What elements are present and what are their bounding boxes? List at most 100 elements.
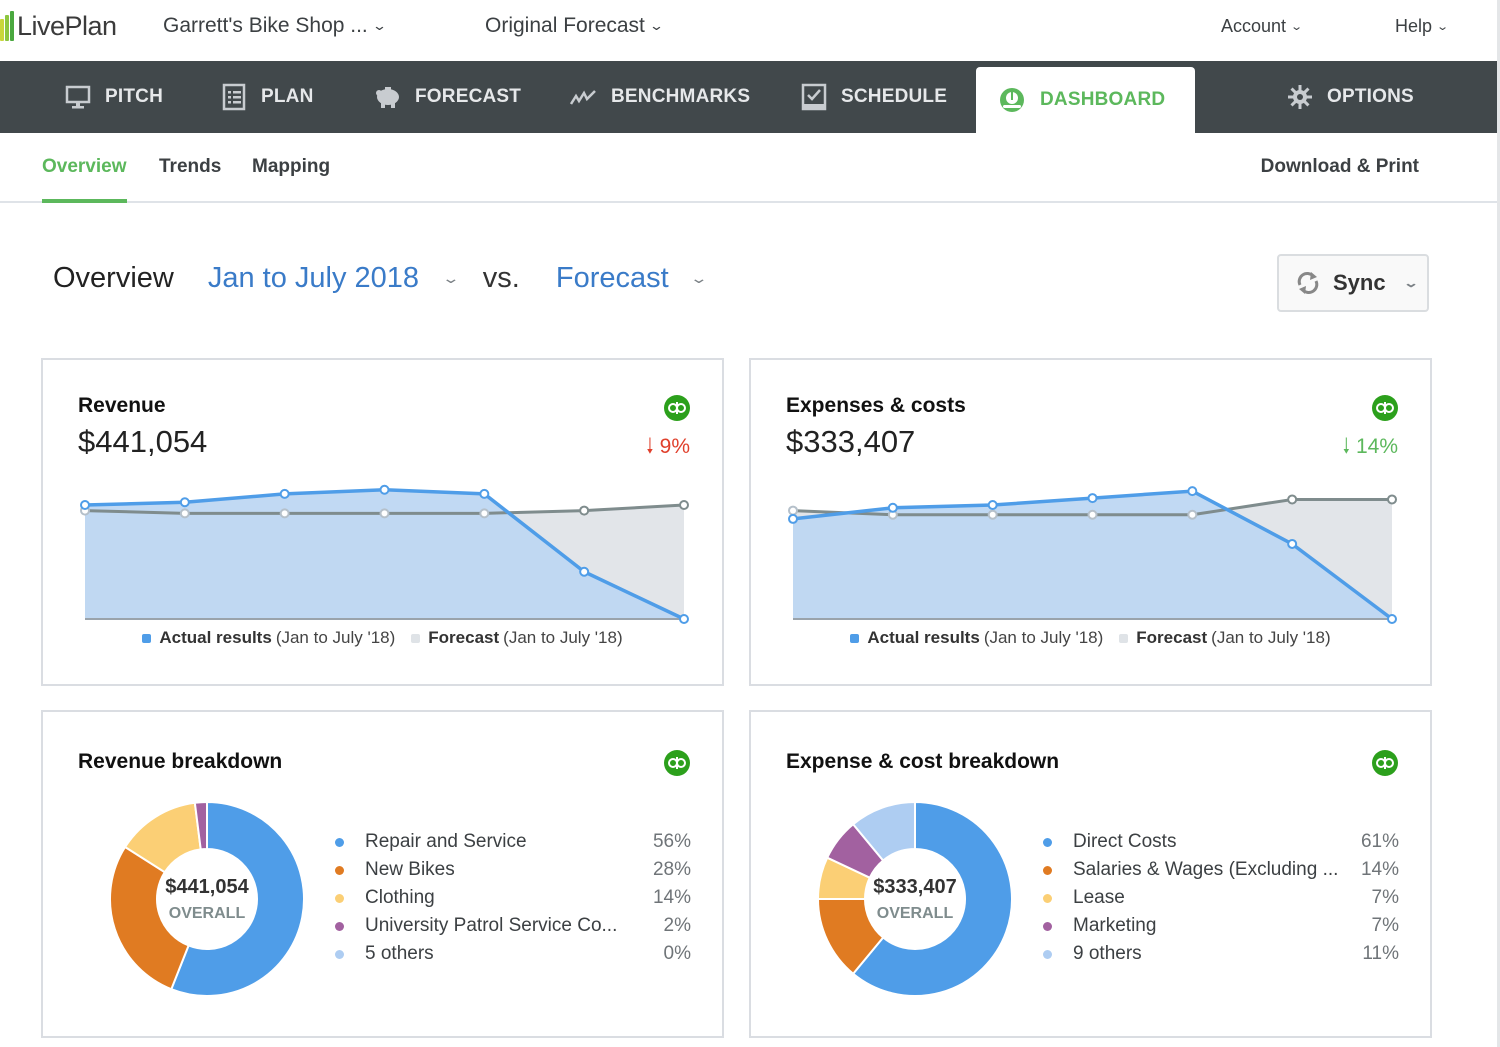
breakdown-item-percent: 61% bbox=[1360, 831, 1399, 852]
dashboard-gauge-icon bbox=[1000, 88, 1024, 112]
breakdown-item-label: 5 others bbox=[365, 943, 434, 964]
checkbox-tray-icon bbox=[801, 83, 827, 111]
tab-overview[interactable]: Overview bbox=[42, 156, 127, 203]
breakdown-item-percent: 7% bbox=[1371, 915, 1399, 936]
breakdown-item[interactable]: New Bikes 28% bbox=[335, 856, 691, 884]
revenue-donut: $441,054 OVERALL bbox=[108, 800, 306, 998]
actual-point bbox=[579, 566, 590, 577]
main-nav: PITCH PLAN FORECAST BENCHMARKS SCHEDULE … bbox=[0, 61, 1497, 133]
legend-swatch bbox=[142, 633, 152, 643]
breakdown-item[interactable]: Lease 7% bbox=[1043, 884, 1399, 912]
breakdown-item[interactable]: Clothing 14% bbox=[335, 884, 691, 912]
company-dropdown[interactable]: Garrett's Bike Shop ... ⌄ bbox=[163, 14, 387, 38]
expense-donut: $333,407 OVERALL bbox=[816, 800, 1014, 998]
tab-mapping[interactable]: Mapping bbox=[252, 156, 330, 178]
expense-donut-chart bbox=[816, 800, 1013, 997]
actual-point bbox=[379, 484, 390, 495]
nav-forecast-label: FORECAST bbox=[415, 86, 522, 107]
chevron-down-icon: ⌄ bbox=[1402, 276, 1419, 290]
legend-forecast[interactable]: Forecast (Jan to July '18) bbox=[411, 628, 623, 648]
compare-dropdown[interactable]: Forecast bbox=[556, 262, 669, 295]
legend-swatch bbox=[411, 633, 421, 643]
breakdown-item-label: Marketing bbox=[1073, 915, 1157, 936]
top-bar: LivePlan Garrett's Bike Shop ... ⌄ Origi… bbox=[0, 0, 1500, 60]
forecast-point bbox=[1187, 509, 1198, 520]
forecast-point bbox=[279, 508, 290, 519]
chevron-down-icon[interactable]: ⌄ bbox=[442, 270, 461, 287]
actual-point bbox=[479, 488, 490, 499]
nav-plan[interactable]: PLAN bbox=[221, 61, 314, 133]
nav-forecast[interactable]: FORECAST bbox=[373, 61, 521, 133]
nav-plan-label: PLAN bbox=[261, 86, 314, 107]
expense-breakdown-card: Expense & cost breakdown $333,407 OVERAL… bbox=[749, 710, 1432, 1038]
forecast-point bbox=[179, 508, 190, 519]
breakdown-item-percent: 0% bbox=[663, 943, 691, 964]
revenue-legend: Actual results (Jan to July '18) Forecast… bbox=[43, 628, 722, 648]
nav-dashboard[interactable]: DASHBOARD bbox=[976, 67, 1195, 133]
breakdown-item[interactable]: University Patrol Service Co... 2% bbox=[335, 912, 691, 940]
legend-dot-icon bbox=[335, 949, 344, 959]
breakdown-item[interactable]: Repair and Service 56% bbox=[335, 828, 691, 856]
breakdown-item-percent: 14% bbox=[1360, 859, 1399, 880]
nav-pitch[interactable]: PITCH bbox=[65, 61, 163, 133]
chevron-down-icon[interactable]: ⌄ bbox=[689, 270, 708, 287]
overview-filter-row: Overview Jan to July 2018 ⌄ vs. Forecast… bbox=[53, 262, 708, 295]
sync-label: Sync bbox=[1333, 270, 1386, 295]
legend-dot-icon bbox=[1043, 865, 1052, 875]
help-menu[interactable]: Help ⌄ bbox=[1395, 16, 1449, 37]
actual-point bbox=[987, 500, 998, 511]
forecast-point bbox=[788, 505, 798, 516]
chevron-down-icon: ⌄ bbox=[648, 18, 664, 33]
breakdown-item[interactable]: Marketing 7% bbox=[1043, 912, 1399, 940]
breakdown-item[interactable]: Direct Costs 61% bbox=[1043, 828, 1399, 856]
actual-point bbox=[279, 488, 290, 499]
liveplan-logo[interactable]: LivePlan bbox=[0, 8, 117, 44]
sync-icon bbox=[1297, 272, 1319, 294]
revenue-breakdown-title: Revenue breakdown bbox=[78, 750, 283, 773]
legend-actual[interactable]: Actual results (Jan to July '18) bbox=[142, 628, 395, 648]
forecast-point bbox=[1387, 494, 1397, 505]
actual-point bbox=[80, 500, 90, 511]
legend-dot-icon bbox=[1043, 949, 1052, 959]
quickbooks-icon[interactable] bbox=[1372, 750, 1398, 776]
period-dropdown[interactable]: Jan to July 2018 bbox=[208, 262, 419, 295]
legend-dot-icon bbox=[1043, 921, 1052, 931]
legend-actual-range: (Jan to July '18) bbox=[983, 628, 1104, 647]
legend-dot-icon bbox=[335, 893, 344, 903]
legend-dot-icon bbox=[335, 837, 344, 847]
nav-benchmarks[interactable]: BENCHMARKS bbox=[569, 61, 750, 133]
legend-forecast-label: Forecast bbox=[1136, 628, 1208, 647]
logo-text: LivePlan bbox=[17, 10, 117, 41]
chevron-down-icon: ⌄ bbox=[1290, 21, 1304, 33]
sync-button[interactable]: Sync ⌄ bbox=[1277, 254, 1429, 312]
breakdown-item[interactable]: 5 others 0% bbox=[335, 940, 691, 968]
plan-dropdown[interactable]: Original Forecast ⌄ bbox=[485, 14, 664, 38]
legend-dot-icon bbox=[335, 865, 344, 875]
breakdown-item[interactable]: 9 others 11% bbox=[1043, 940, 1399, 968]
breakdown-item-label: Clothing bbox=[365, 887, 435, 908]
expenses-card: Expenses & costs $333,407 🠓 14% Actual r… bbox=[749, 358, 1432, 686]
logo-mark-icon bbox=[0, 11, 15, 41]
breakdown-item-percent: 28% bbox=[652, 859, 691, 880]
nav-options-label: OPTIONS bbox=[1327, 86, 1414, 107]
breakdown-item[interactable]: Salaries & Wages (Excluding ... 14% bbox=[1043, 856, 1399, 884]
tab-trends[interactable]: Trends bbox=[159, 156, 221, 178]
revenue-breakdown-list: Repair and Service 56% New Bikes 28% Clothin… bbox=[335, 828, 691, 968]
account-menu[interactable]: Account ⌄ bbox=[1221, 16, 1304, 37]
nav-schedule[interactable]: SCHEDULE bbox=[801, 61, 947, 133]
actual-point bbox=[179, 497, 190, 508]
donut-slice bbox=[109, 845, 190, 991]
legend-actual[interactable]: Actual results (Jan to July '18) bbox=[850, 628, 1103, 648]
gear-icon bbox=[1288, 85, 1312, 109]
revenue-card: Revenue $441,054 🠓 9% Actual results (Jan… bbox=[41, 358, 724, 686]
expense-breakdown-list: Direct Costs 61% Salaries & Wages (Excludi… bbox=[1043, 828, 1399, 968]
breakdown-item-label: Lease bbox=[1073, 887, 1125, 908]
legend-forecast[interactable]: Forecast (Jan to July '18) bbox=[1119, 628, 1331, 648]
expense-breakdown-title: Expense & cost breakdown bbox=[786, 750, 1060, 773]
nav-options[interactable]: OPTIONS bbox=[1287, 61, 1414, 133]
nav-schedule-label: SCHEDULE bbox=[841, 86, 948, 107]
legend-actual-label: Actual results bbox=[159, 628, 272, 647]
download-print-link[interactable]: Download & Print bbox=[1261, 156, 1419, 178]
breakdown-item-label: Repair and Service bbox=[365, 831, 527, 852]
quickbooks-icon[interactable] bbox=[664, 750, 690, 776]
